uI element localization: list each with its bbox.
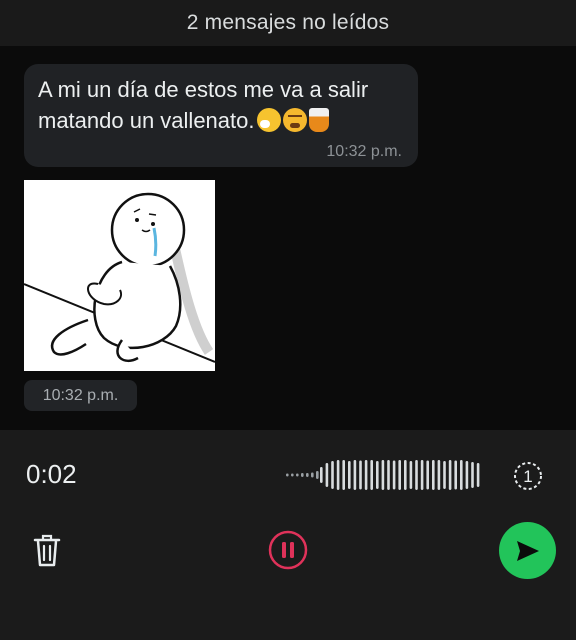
crying-cartoon-person-sticker <box>23 192 216 363</box>
waveform-bar <box>448 460 452 490</box>
send-icon <box>516 540 539 561</box>
waveform-bar <box>432 460 435 490</box>
waveform-bar <box>325 463 329 487</box>
waveform-bar <box>353 460 357 490</box>
message-text-row: A mi un día de estos me va a salir matan… <box>38 74 404 136</box>
waveform-bar <box>342 460 345 490</box>
recording-timer: 0:02 <box>26 459 77 489</box>
waveform-bar <box>404 460 407 490</box>
waveform-bar <box>420 460 424 490</box>
waveform-bar <box>398 460 401 490</box>
waveform-bar <box>291 473 294 477</box>
waveform-bar <box>476 463 480 487</box>
message-bubble[interactable]: A mi un día de estos me va a salir matan… <box>24 64 418 167</box>
waveform-bar <box>301 473 304 477</box>
waveform-bar <box>454 460 457 490</box>
waveform-bar <box>409 461 413 489</box>
waveform-bar <box>286 473 289 477</box>
waveform-bar <box>296 473 299 477</box>
unread-messages-banner: 2 mensajes no leídos <box>0 0 576 46</box>
waveform-bar <box>465 461 469 489</box>
tired-face-icon <box>282 108 307 132</box>
waveform-bar <box>415 460 418 490</box>
waveform-bar <box>426 460 429 490</box>
waveform-bar <box>316 471 319 479</box>
waveform-bar <box>443 461 446 489</box>
waveform-bar <box>381 460 385 490</box>
sticker-timestamp: 10:32 p.m. <box>24 380 137 411</box>
waveform-bar <box>392 460 396 490</box>
sticker-timestamp-text: 10:32 p.m. <box>42 386 119 404</box>
waveform-bar <box>331 461 334 489</box>
waveform-icon <box>286 460 480 490</box>
speed-icon[interactable]: 1 <box>512 460 544 492</box>
waveform-bar <box>306 473 309 477</box>
send-button[interactable] <box>499 522 556 579</box>
pause-icon[interactable] <box>268 530 308 570</box>
waveform-bar <box>364 460 368 490</box>
waveform-bar <box>376 461 379 489</box>
waveform-bar <box>348 461 351 489</box>
waveform-bar <box>460 460 463 490</box>
waveform-bar <box>370 460 373 490</box>
trash-icon[interactable] <box>30 532 64 568</box>
message-timestamp: 10:32 p.m. <box>326 143 402 160</box>
playback-speed: 1 <box>523 467 532 486</box>
waveform-bar <box>320 467 323 483</box>
waveform-bar <box>387 460 390 490</box>
sneezing-face-icon <box>256 108 281 132</box>
tumbler-glass-icon <box>308 108 329 132</box>
waveform-bar <box>336 460 340 490</box>
waveform-bar <box>359 460 362 490</box>
waveform-bar <box>311 472 314 478</box>
sticker-image[interactable] <box>23 180 216 371</box>
unread-label: 2 mensajes no leídos <box>186 11 390 34</box>
waveform-bar <box>471 462 474 488</box>
waveform-bar <box>437 460 441 490</box>
